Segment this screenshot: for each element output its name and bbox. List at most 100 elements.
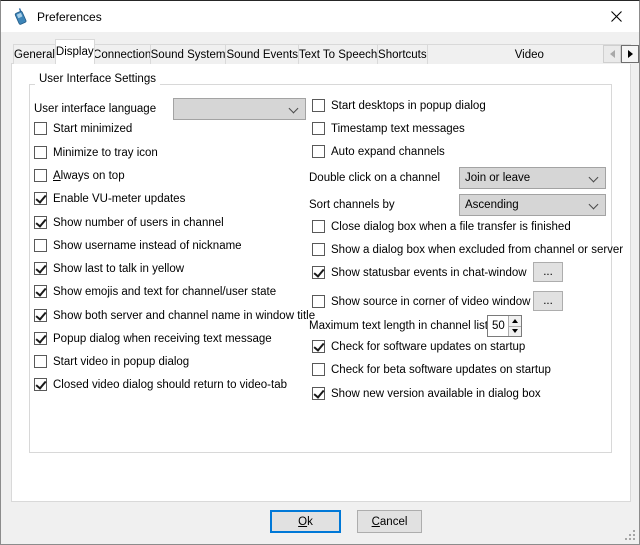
checkbox-desktops-popup[interactable]: Start desktops in popup dialog: [312, 98, 486, 113]
checkbox-show-user-count[interactable]: Show number of users in channel: [34, 215, 224, 230]
checkbox-label: Auto expand channels: [331, 146, 445, 158]
ok-button[interactable]: Ok: [270, 510, 341, 533]
checkbox-box[interactable]: [34, 192, 47, 205]
tab-shortcuts[interactable]: Shortcuts: [377, 44, 428, 64]
tab-video[interactable]: Video: [427, 44, 631, 64]
checkbox-box[interactable]: [312, 387, 325, 400]
double-click-combobox[interactable]: Join or leave: [459, 167, 606, 189]
statusbar-events-options-button[interactable]: ...: [533, 262, 563, 282]
checkbox-show-username[interactable]: Show username instead of nickname: [34, 238, 242, 253]
tab-label: Shortcuts: [378, 49, 427, 61]
tab-connection[interactable]: Connection: [94, 44, 151, 64]
language-combobox[interactable]: [173, 98, 306, 120]
checkbox-box[interactable]: [312, 266, 325, 279]
checkbox-close-on-transfer[interactable]: Close dialog box when a file transfer is…: [312, 219, 571, 234]
checkbox-start-minimized[interactable]: Start minimized: [34, 121, 132, 136]
tab-label: General: [14, 49, 55, 61]
tab-text-to-speech[interactable]: Text To Speech: [298, 44, 378, 64]
tab-label: Display: [56, 46, 94, 58]
chevron-down-icon: [289, 104, 299, 114]
checkbox-label: Show emojis and text for channel/user st…: [53, 286, 276, 298]
checkbox-box[interactable]: [34, 146, 47, 159]
checkbox-box[interactable]: [312, 363, 325, 376]
titlebar[interactable]: Preferences: [1, 1, 639, 32]
checkbox-auto-expand[interactable]: Auto expand channels: [312, 144, 445, 159]
spin-down-button[interactable]: [509, 327, 521, 337]
tab-label: Sound System: [151, 49, 226, 61]
resize-grip[interactable]: [623, 528, 635, 540]
tab-scroll-right-button[interactable]: [621, 45, 639, 63]
checkbox-box[interactable]: [312, 122, 325, 135]
checkbox-box[interactable]: [34, 169, 47, 182]
arrow-left-icon: [610, 50, 615, 58]
checkbox-video-source-corner[interactable]: Show source in corner of video window: [312, 294, 530, 309]
checkbox-label: Show source in corner of video window: [331, 296, 530, 308]
sort-channels-label: Sort channels by: [309, 198, 395, 213]
checkbox-label: Close dialog box when a file transfer is…: [331, 221, 571, 233]
checkbox-label: Start minimized: [53, 123, 132, 135]
double-click-value: Join or leave: [465, 172, 530, 184]
chevron-down-icon: [589, 200, 599, 210]
tab-sound-events[interactable]: Sound Events: [225, 44, 299, 64]
arrow-down-icon: [512, 329, 518, 333]
checkbox-box[interactable]: [34, 262, 47, 275]
checkbox-excluded-dialog[interactable]: Show a dialog box when excluded from cha…: [312, 242, 623, 257]
checkbox-last-to-talk[interactable]: Show last to talk in yellow: [34, 261, 184, 276]
checkbox-box[interactable]: [34, 332, 47, 345]
tab-label: Connection: [93, 49, 151, 61]
sort-channels-combobox[interactable]: Ascending: [459, 194, 606, 216]
checkbox-box[interactable]: [34, 309, 47, 322]
preferences-dialog: Preferences General Display Connection S…: [0, 0, 640, 545]
checkbox-box[interactable]: [312, 145, 325, 158]
checkbox-popup-text-message[interactable]: Popup dialog when receiving text message: [34, 331, 272, 346]
cancel-button-label: Cancel: [372, 516, 408, 528]
tab-label: Sound Events: [226, 49, 298, 61]
checkbox-show-emojis[interactable]: Show emojis and text for channel/user st…: [34, 284, 276, 299]
checkbox-box[interactable]: [34, 216, 47, 229]
checkbox-box[interactable]: [312, 99, 325, 112]
checkbox-box[interactable]: [312, 295, 325, 308]
checkbox-always-on-top[interactable]: Always on top: [34, 168, 125, 183]
checkbox-box[interactable]: [312, 220, 325, 233]
tab-sound-system[interactable]: Sound System: [150, 44, 227, 64]
checkbox-box[interactable]: [312, 243, 325, 256]
checkbox-vu-meter-updates[interactable]: Enable VU-meter updates: [34, 191, 185, 206]
tab-label: Video: [515, 49, 544, 61]
checkbox-timestamp-messages[interactable]: Timestamp text messages: [312, 121, 465, 136]
checkbox-box[interactable]: [34, 355, 47, 368]
tab-scroll-left-button[interactable]: [603, 45, 621, 63]
video-source-options-button[interactable]: ...: [533, 291, 563, 311]
checkbox-box[interactable]: [34, 285, 47, 298]
spinbox-buttons: [508, 316, 521, 336]
checkbox-label: Show a dialog box when excluded from cha…: [331, 244, 623, 256]
checkbox-closed-video-return[interactable]: Closed video dialog should return to vid…: [34, 377, 287, 392]
checkbox-label: Show last to talk in yellow: [53, 263, 184, 275]
checkbox-box[interactable]: [34, 239, 47, 252]
close-button[interactable]: [594, 1, 639, 31]
checkbox-box[interactable]: [312, 340, 325, 353]
tab-general[interactable]: General: [13, 44, 56, 64]
checkbox-server-channel-title[interactable]: Show both server and channel name in win…: [34, 308, 315, 323]
checkbox-box[interactable]: [34, 122, 47, 135]
checkbox-box[interactable]: [34, 378, 47, 391]
checkbox-label: Show username instead of nickname: [53, 240, 242, 252]
checkbox-label: Popup dialog when receiving text message: [53, 333, 272, 345]
double-click-label: Double click on a channel: [309, 171, 440, 186]
spinbox-value[interactable]: 50: [488, 316, 508, 336]
checkbox-video-popup[interactable]: Start video in popup dialog: [34, 354, 189, 369]
ok-button-label: Ok: [298, 516, 313, 528]
checkbox-minimize-to-tray[interactable]: Minimize to tray icon: [34, 145, 158, 160]
groupbox-title: User Interface Settings: [35, 73, 160, 85]
spin-up-button[interactable]: [509, 316, 521, 327]
checkbox-label: Minimize to tray icon: [53, 147, 158, 159]
checkbox-statusbar-events[interactable]: Show statusbar events in chat-window: [312, 265, 527, 280]
close-icon: [611, 11, 622, 22]
checkbox-check-updates[interactable]: Check for software updates on startup: [312, 339, 525, 354]
checkbox-label: Show number of users in channel: [53, 217, 224, 229]
max-text-length-spinbox[interactable]: 50: [487, 315, 522, 337]
checkbox-check-beta-updates[interactable]: Check for beta software updates on start…: [312, 362, 551, 377]
tab-display[interactable]: Display: [55, 39, 95, 64]
checkbox-new-version-dialog[interactable]: Show new version available in dialog box: [312, 386, 541, 401]
chevron-down-icon: [589, 173, 599, 183]
cancel-button[interactable]: Cancel: [357, 510, 422, 533]
